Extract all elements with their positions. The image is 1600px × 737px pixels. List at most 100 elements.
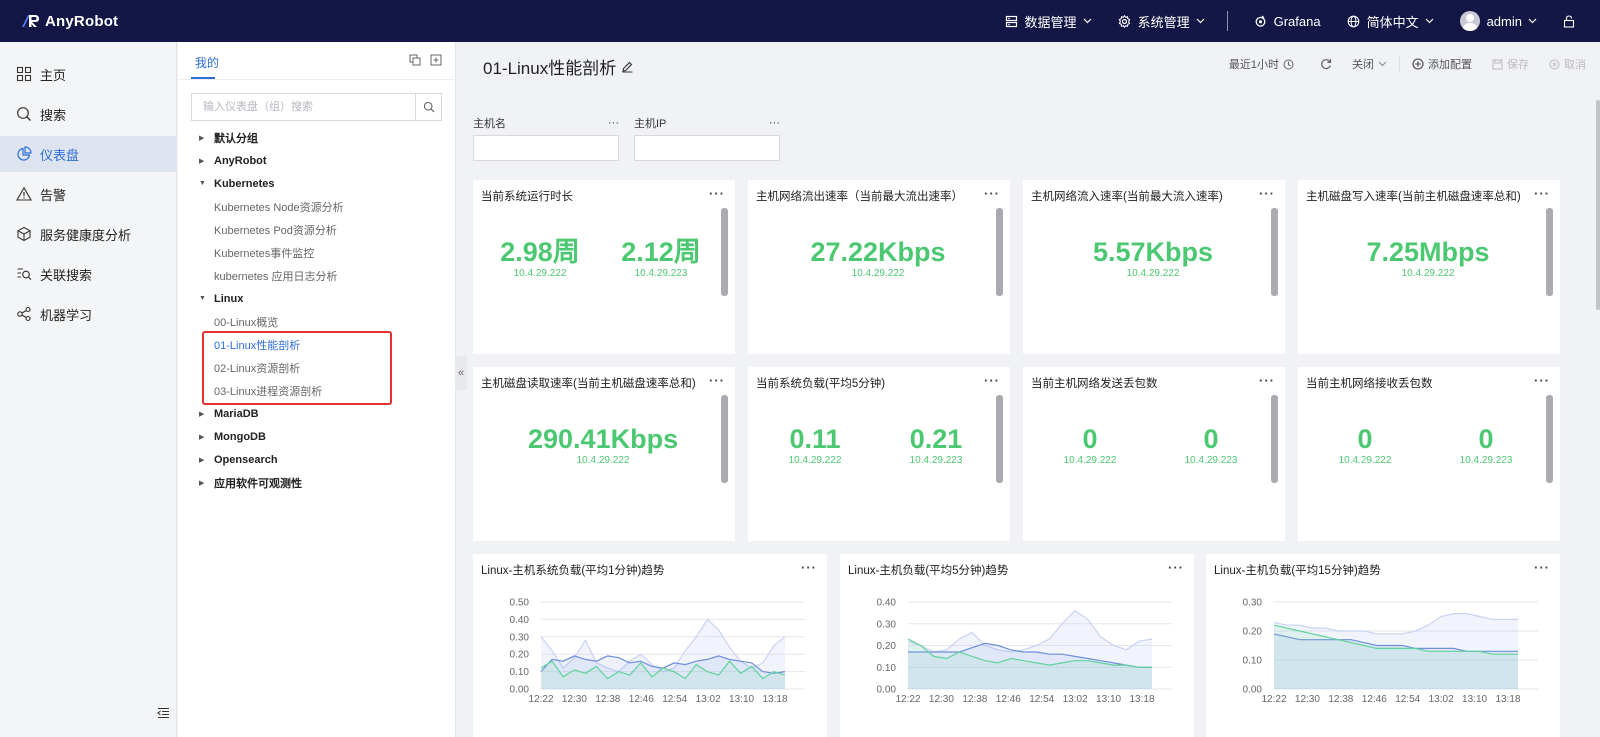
refresh-interval-select[interactable]: 关闭 <box>1352 56 1387 72</box>
nav-item-related-search[interactable]: 关联搜索 <box>0 256 177 292</box>
caret-right-icon: ▶ <box>199 433 205 441</box>
line-chart: 0.00 0.10 0.20 0.30 12:22 12:30 12:38 12:46 12:5… <box>1243 598 1538 705</box>
cancel-button[interactable]: 取消 <box>1549 56 1586 72</box>
app-name: AnyRobot <box>45 12 119 30</box>
panel-menu-button[interactable]: ··· <box>1259 186 1275 201</box>
add-circle-icon <box>1412 58 1424 70</box>
refresh-button[interactable] <box>1320 58 1336 70</box>
highlight-box <box>202 331 392 405</box>
panel-menu-button[interactable]: ··· <box>984 186 1000 201</box>
more-icon[interactable]: ··· <box>608 117 619 129</box>
add-config-button[interactable]: 添加配置 <box>1412 56 1472 72</box>
logo[interactable]: AnyRobot <box>20 13 118 30</box>
lock-button[interactable] <box>1563 14 1582 28</box>
stat-host-ip: 10.4.29.222 <box>576 455 630 466</box>
caret-right-icon: ▶ <box>199 410 205 418</box>
stat-value: 290.41Kbps <box>528 424 679 454</box>
add-dashboard-icon[interactable] <box>430 54 442 66</box>
dashboard-search-input[interactable] <box>192 94 415 120</box>
x-tick-label: 12:30 <box>929 694 954 705</box>
stat-panel: 主机磁盘写入速率(当前主机磁盘速率总和) ··· 7.25Mbps 10.4.29.2… <box>1298 180 1560 354</box>
x-tick-label: 12:22 <box>1261 694 1286 705</box>
dashboard-title-text: 01-Linux性能剖析 <box>483 59 617 78</box>
tree-item[interactable]: 00-Linux概览 <box>178 310 456 333</box>
gear-icon <box>1118 14 1130 28</box>
tab-mine[interactable]: 我的 <box>195 54 219 71</box>
dashboard-tree-panel: 我的 ▶ 默认分组 ▶ AnyRobot ▼ Kubernetes Kubernetes N… <box>178 42 456 737</box>
collapse-menu-icon[interactable] <box>157 707 170 719</box>
stat-value-block: 7.25Mbps 10.4.29.222 <box>1353 236 1503 280</box>
tree-group[interactable]: ▼ Kubernetes <box>178 172 456 195</box>
nav-item-label: 搜索 <box>40 107 67 123</box>
stat-host-ip: 10.4.29.222 <box>1126 268 1180 279</box>
panel-scrollbar[interactable] <box>1546 208 1553 296</box>
hostname-input[interactable] <box>473 135 619 161</box>
tree-group[interactable]: ▶ Opensearch <box>178 448 456 471</box>
tree-group[interactable]: ▼ Linux <box>178 287 456 310</box>
save-button[interactable]: 保存 <box>1492 56 1529 72</box>
warning-icon <box>16 186 32 201</box>
stat-value-block: 5.57Kbps 10.4.29.222 <box>1078 236 1228 280</box>
copy-dashboard-icon[interactable] <box>409 54 421 66</box>
nav-item-home[interactable]: 主页 <box>0 56 177 92</box>
nav-item-alerts[interactable]: 告警 <box>0 176 177 212</box>
nav-item-dashboard[interactable]: 仪表盘 <box>0 136 177 172</box>
panel-menu-button[interactable]: ··· <box>1534 373 1550 388</box>
stat-panel: 当前系统负载(平均5分钟) ··· 0.11 10.4.29.222 0.21 10.4.… <box>748 367 1010 541</box>
tree-group[interactable]: ▶ 应用软件可观测性 <box>178 471 456 494</box>
grafana-icon <box>1255 15 1266 27</box>
tree-group[interactable]: ▶ MariaDB <box>178 402 456 425</box>
tree-item[interactable]: kubernetes 应用日志分析 <box>178 264 456 287</box>
topbar-username: admin <box>1486 13 1522 29</box>
tree-group[interactable]: ▶ AnyRobot <box>178 149 456 172</box>
tree-item[interactable]: Kubernetes Node资源分析 <box>178 195 456 218</box>
panel-title: 当前系统负载(平均5分钟) <box>756 378 886 390</box>
panel-menu-button[interactable]: ··· <box>709 373 725 388</box>
host-ip-input[interactable] <box>634 135 780 161</box>
more-icon[interactable]: ··· <box>769 117 780 129</box>
topbar-grafana[interactable]: Grafana <box>1254 14 1321 29</box>
panel-menu-button[interactable]: ··· <box>1534 186 1550 201</box>
stat-value-block: 0 10.4.29.223 <box>1136 423 1286 467</box>
panel-menu-button[interactable]: ··· <box>984 373 1000 388</box>
tree-item[interactable]: Kubernetes Pod资源分析 <box>178 218 456 241</box>
stat-value: 0.21 <box>909 424 963 454</box>
nav-item-label: 主页 <box>40 67 67 83</box>
panel-menu-button[interactable]: ··· <box>709 186 725 201</box>
x-tick-label: 12:22 <box>895 694 920 705</box>
tree-node-label: AnyRobot <box>214 154 267 167</box>
nav-item-machine-learning[interactable]: 机器学习 <box>0 296 177 332</box>
panel-title: 当前主机网络发送丢包数 <box>1031 378 1158 390</box>
nav-item-search[interactable]: 搜索 <box>0 96 177 132</box>
y-tick-label: 0.40 <box>510 615 530 626</box>
panel-menu-button[interactable]: ··· <box>1259 373 1275 388</box>
topbar-system-management[interactable]: 系统管理 <box>1118 12 1205 31</box>
panel-scrollbar[interactable] <box>996 208 1003 296</box>
topbar-language[interactable]: 简体中文 <box>1347 12 1434 31</box>
y-tick-label: 0.10 <box>510 667 530 678</box>
topbar-data-management[interactable]: 数据管理 <box>1005 12 1092 31</box>
main-scrollbar[interactable] <box>1596 100 1600 310</box>
stat-panel: 主机网络流入速率(当前最大流入速率) ··· 5.57Kbps 10.4.29.222 <box>1023 180 1285 354</box>
tree-group[interactable]: ▶ 默认分组 <box>178 126 456 149</box>
chart-panel: Linux-主机负载(平均5分钟)趋势 ··· 0.00 0.10 0.20 0.30 0.… <box>840 554 1194 737</box>
x-tick-label: 12:38 <box>595 694 620 705</box>
topbar-user[interactable]: admin <box>1459 11 1537 31</box>
topbar-data-management-label: 数据管理 <box>1024 14 1077 30</box>
y-tick-label: 0.20 <box>1243 627 1263 638</box>
x-tick-label: 13:02 <box>1429 694 1454 705</box>
close-circle-icon <box>1549 59 1560 69</box>
panel-scrollbar[interactable] <box>1271 208 1278 296</box>
search-button[interactable] <box>415 94 441 120</box>
divider <box>178 79 456 80</box>
edit-icon[interactable] <box>621 60 634 73</box>
top-bar: AnyRobot 数据管理 系统管理 Grafana 简体中文 admin <box>0 0 1600 42</box>
stat-host-ip: 10.4.29.223 <box>909 455 963 466</box>
tree-item[interactable]: Kubernetes事件监控 <box>178 241 456 264</box>
lock-icon <box>1563 14 1575 28</box>
time-range-picker[interactable]: 最近1小时 <box>1229 56 1294 72</box>
panel-scrollbar[interactable] <box>721 395 728 483</box>
tree-group[interactable]: ▶ MongoDB <box>178 425 456 448</box>
nav-item-service-health[interactable]: 服务健康度分析 <box>0 216 177 252</box>
y-tick-label: 0.00 <box>877 685 897 696</box>
